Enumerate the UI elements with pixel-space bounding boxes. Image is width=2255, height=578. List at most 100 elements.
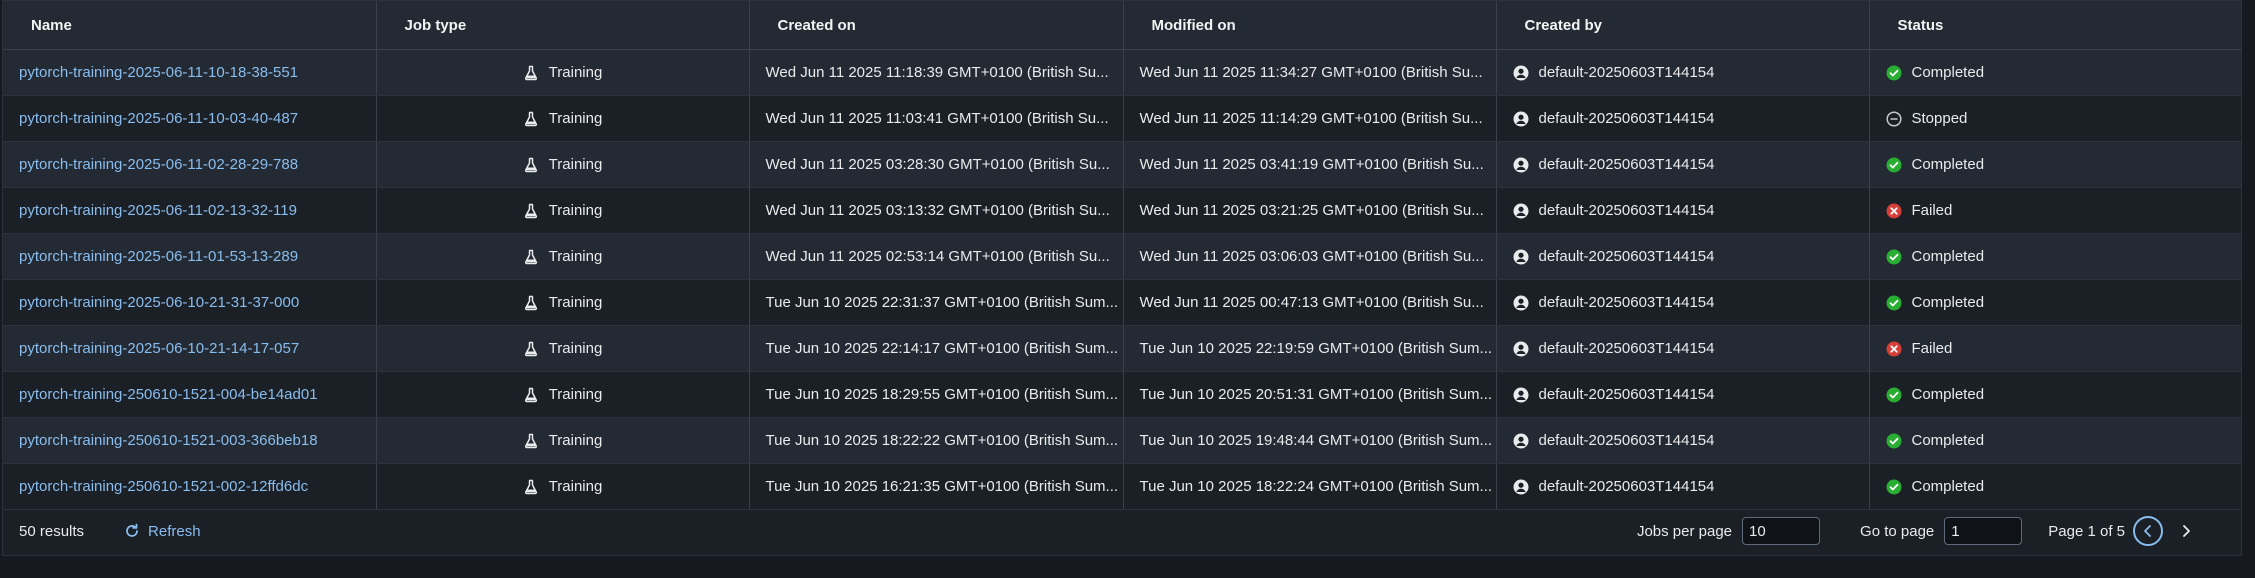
table-row[interactable]: pytorch-training-2025-06-11-02-13-32-119… [3, 187, 2241, 234]
jobs-per-page-label: Jobs per page [1636, 522, 1733, 540]
column-header-status[interactable]: Status [1869, 1, 2241, 50]
cell-created-on: Wed Jun 11 2025 03:13:32 GMT+0100 (Briti… [749, 187, 1124, 234]
table-row[interactable]: pytorch-training-2025-06-11-10-18-38-551… [3, 49, 2241, 96]
status-label: Completed [1911, 156, 1985, 173]
cell-created-by: default-20250603T144154 [1496, 417, 1870, 464]
training-icon [523, 294, 539, 311]
cell-created-on: Wed Jun 11 2025 02:53:14 GMT+0100 (Briti… [749, 233, 1124, 280]
jobs-table-panel: Name Job type Created on Modified on Cre… [2, 0, 2242, 556]
stopped-icon [1885, 110, 1902, 127]
job-name-link[interactable]: pytorch-training-2025-06-11-02-28-29-788 [19, 156, 298, 173]
go-to-page-input[interactable] [1944, 517, 2023, 545]
status-label: Completed [1911, 432, 1985, 449]
table-row[interactable]: pytorch-training-250610-1521-003-366beb1… [3, 417, 2241, 464]
job-name-link[interactable]: pytorch-training-2025-06-10-21-14-17-057 [19, 340, 299, 357]
previous-page-button[interactable] [2133, 516, 2163, 546]
training-icon [523, 478, 539, 495]
go-to-page-field: Go to page [1860, 517, 2023, 545]
cell-job-type: Training [376, 463, 750, 510]
failed-icon [1886, 340, 1902, 357]
cell-status: Completed [1869, 279, 2241, 326]
cell-status: Completed [1869, 49, 2241, 96]
creator-label: default-20250603T144154 [1538, 64, 1715, 81]
table-row[interactable]: pytorch-training-2025-06-10-21-31-37-000… [3, 279, 2241, 326]
cell-status: Stopped [1869, 95, 2241, 142]
table-row[interactable]: pytorch-training-2025-06-11-02-28-29-788… [3, 141, 2241, 188]
job-name-link[interactable]: pytorch-training-250610-1521-002-12ffd6d… [19, 478, 308, 495]
jobs-per-page-input[interactable] [1742, 517, 1821, 545]
cell-status: Completed [1869, 463, 2241, 510]
table-row[interactable]: pytorch-training-250610-1521-002-12ffd6d… [3, 463, 2241, 510]
job-type-label: Training [548, 156, 603, 173]
job-name-link[interactable]: pytorch-training-2025-06-11-10-03-40-487 [19, 110, 298, 127]
cell-created-on: Wed Jun 11 2025 03:28:30 GMT+0100 (Briti… [749, 141, 1124, 188]
cell-modified-on: Tue Jun 10 2025 20:51:31 GMT+0100 (Briti… [1123, 371, 1497, 418]
creator-label: default-20250603T144154 [1538, 386, 1715, 403]
column-header-job-type[interactable]: Job type [376, 1, 750, 50]
cell-modified-on: Wed Jun 11 2025 11:14:29 GMT+0100 (Briti… [1123, 95, 1497, 142]
training-icon [523, 110, 539, 127]
table-row[interactable]: pytorch-training-250610-1521-004-be14ad0… [3, 371, 2241, 418]
job-name-link[interactable]: pytorch-training-250610-1521-003-366beb1… [19, 432, 318, 449]
cell-created-on: Tue Jun 10 2025 22:31:37 GMT+0100 (Briti… [749, 279, 1124, 326]
job-type-label: Training [548, 478, 603, 495]
cell-status: Completed [1869, 233, 2241, 280]
cell-modified-on: Wed Jun 11 2025 00:47:13 GMT+0100 (Briti… [1123, 279, 1497, 326]
job-name-link[interactable]: pytorch-training-250610-1521-004-be14ad0… [19, 386, 318, 403]
creator-label: default-20250603T144154 [1538, 248, 1715, 265]
column-header-created-on[interactable]: Created on [749, 1, 1124, 50]
job-name-link[interactable]: pytorch-training-2025-06-10-21-31-37-000 [19, 294, 299, 311]
table-header-row: Name Job type Created on Modified on Cre… [3, 1, 2241, 50]
table-row[interactable]: pytorch-training-2025-06-11-01-53-13-289… [3, 233, 2241, 280]
job-type-label: Training [548, 386, 603, 403]
next-page-button[interactable] [2171, 516, 2201, 546]
table-row[interactable]: pytorch-training-2025-06-10-21-14-17-057… [3, 325, 2241, 372]
column-header-created-by[interactable]: Created by [1496, 1, 1870, 50]
cell-created-by: default-20250603T144154 [1496, 279, 1870, 326]
cell-status: Completed [1869, 417, 2241, 464]
refresh-button[interactable]: Refresh [124, 523, 201, 540]
status-label: Failed [1911, 340, 1953, 357]
table-row[interactable]: pytorch-training-2025-06-11-10-03-40-487… [3, 95, 2241, 142]
job-name-link[interactable]: pytorch-training-2025-06-11-10-18-38-551 [19, 64, 298, 81]
status-label: Completed [1911, 64, 1985, 81]
cell-created-on: Tue Jun 10 2025 22:14:17 GMT+0100 (Briti… [749, 325, 1124, 372]
job-type-label: Training [548, 432, 603, 449]
cell-modified-on: Tue Jun 10 2025 22:19:59 GMT+0100 (Briti… [1123, 325, 1497, 372]
creator-label: default-20250603T144154 [1538, 110, 1715, 127]
column-header-name[interactable]: Name [3, 1, 377, 50]
job-name-link[interactable]: pytorch-training-2025-06-11-02-13-32-119 [19, 202, 297, 219]
cell-name: pytorch-training-250610-1521-002-12ffd6d… [3, 463, 377, 510]
training-icon [523, 340, 539, 357]
page-info: Page 1 of 5 [2048, 522, 2125, 540]
creator-label: default-20250603T144154 [1538, 432, 1715, 449]
cell-created-on: Tue Jun 10 2025 18:29:55 GMT+0100 (Briti… [749, 371, 1124, 418]
cell-created-by: default-20250603T144154 [1496, 463, 1870, 510]
user-icon [1513, 386, 1529, 403]
training-icon [523, 202, 539, 219]
refresh-icon [126, 523, 138, 537]
status-label: Completed [1911, 478, 1985, 495]
cell-modified-on: Tue Jun 10 2025 19:48:44 GMT+0100 (Briti… [1123, 417, 1497, 464]
user-icon [1513, 340, 1529, 357]
cell-name: pytorch-training-2025-06-11-01-53-13-289 [3, 233, 377, 280]
cell-name: pytorch-training-2025-06-11-10-03-40-487 [3, 95, 377, 142]
table-body: pytorch-training-2025-06-11-10-18-38-551… [3, 49, 2241, 510]
cell-status: Failed [1869, 325, 2241, 372]
cell-name: pytorch-training-2025-06-10-21-31-37-000 [3, 279, 377, 326]
pagination: Page 1 of 5 [2048, 516, 2201, 546]
job-type-label: Training [548, 64, 603, 81]
status-label: Completed [1911, 294, 1985, 311]
job-type-label: Training [548, 110, 603, 127]
cell-job-type: Training [376, 371, 750, 418]
cell-created-on: Tue Jun 10 2025 16:21:35 GMT+0100 (Briti… [749, 463, 1124, 510]
chevron-right-icon [2183, 525, 2190, 537]
table-footer: 50 results Refresh Jobs per page Go to p… [3, 507, 2241, 555]
column-header-modified-on[interactable]: Modified on [1123, 1, 1497, 50]
job-name-link[interactable]: pytorch-training-2025-06-11-01-53-13-289 [19, 248, 298, 265]
cell-created-by: default-20250603T144154 [1496, 49, 1870, 96]
jobs-per-page-field: Jobs per page [1636, 517, 1821, 545]
cell-modified-on: Wed Jun 11 2025 11:34:27 GMT+0100 (Briti… [1123, 49, 1497, 96]
creator-label: default-20250603T144154 [1538, 340, 1715, 357]
training-icon [523, 156, 539, 173]
